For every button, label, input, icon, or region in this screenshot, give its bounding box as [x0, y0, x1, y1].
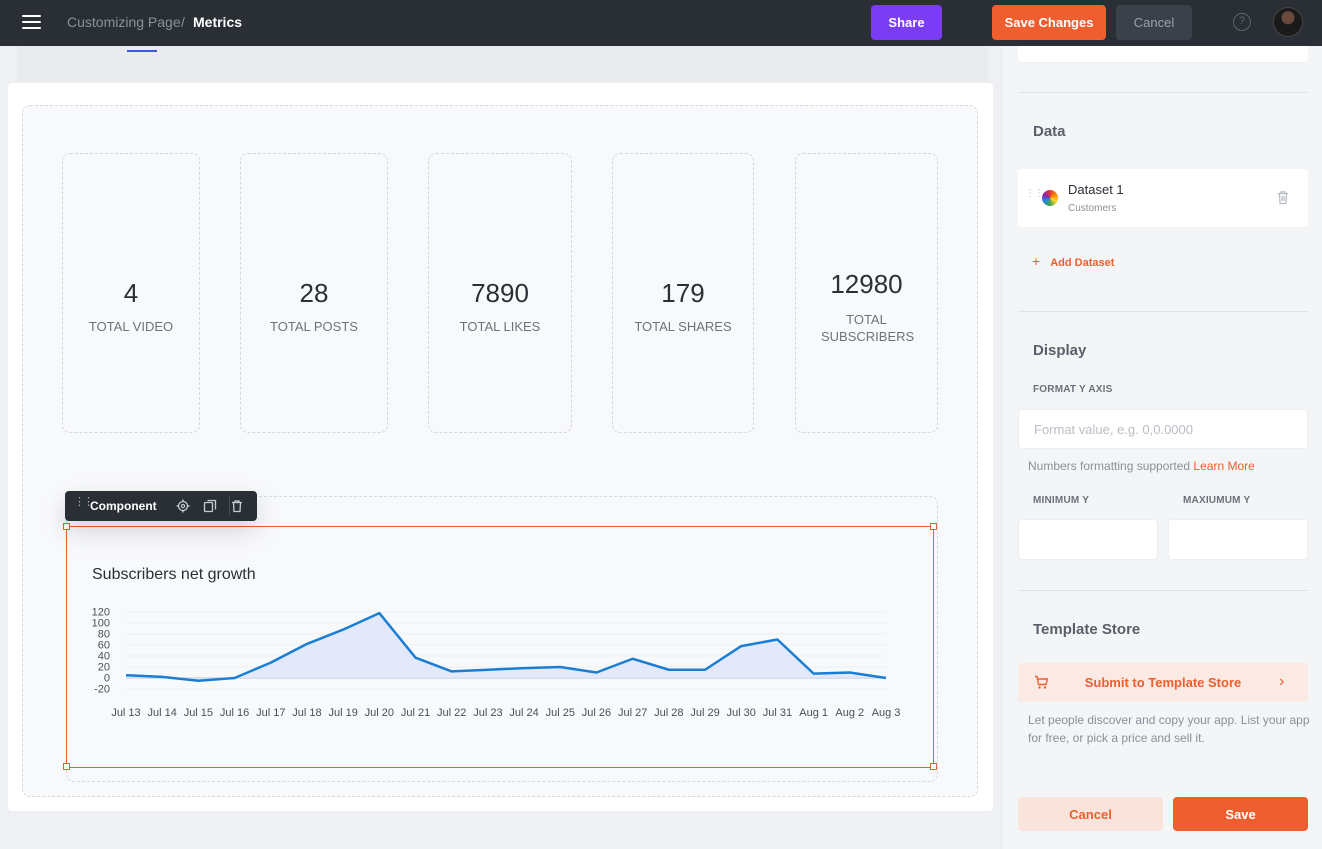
dataset-color-icon — [1042, 190, 1058, 206]
stat-label: TOTAL SHARES — [634, 319, 732, 334]
x-tick-label: Jul 31 — [763, 707, 792, 719]
cancel-button[interactable]: Cancel — [1116, 5, 1192, 40]
menu-icon[interactable] — [22, 15, 41, 30]
drag-handle-icon[interactable]: ⋮⋮ — [1025, 189, 1044, 199]
stat-value: 12980 — [830, 269, 903, 299]
stat-label: TOTAL SUBSCRIBERS — [821, 312, 915, 344]
minimum-y-input[interactable] — [1018, 519, 1158, 560]
stat-label: TOTAL LIKES — [459, 319, 541, 334]
stat-card-total-posts[interactable]: 28 TOTAL POSTS — [240, 153, 388, 433]
settings-icon[interactable] — [176, 499, 190, 513]
add-dataset-label: Add Dataset — [1050, 257, 1115, 269]
stat-label: TOTAL POSTS — [270, 319, 358, 334]
resize-handle-bottom-right[interactable] — [930, 763, 937, 770]
x-tick-label: Jul 20 — [365, 707, 394, 719]
active-tab-indicator — [127, 50, 157, 52]
data-section-title: Data — [1033, 123, 1066, 140]
stat-value: 4 — [123, 278, 139, 308]
stat-card-total-likes[interactable]: 7890 TOTAL LIKES — [428, 153, 572, 433]
previous-section-strip — [17, 46, 988, 82]
dataset-source: Customers — [1068, 203, 1117, 214]
divider — [1018, 590, 1308, 591]
x-tick-label: Jul 21 — [401, 707, 430, 719]
resize-handle-top-left[interactable] — [63, 523, 70, 530]
stat-value: 28 — [299, 278, 329, 308]
avatar[interactable] — [1273, 7, 1303, 37]
learn-more-link[interactable]: Learn More — [1193, 459, 1254, 473]
plus-icon: + — [1032, 253, 1041, 269]
stat-value: 7890 — [471, 278, 529, 308]
breadcrumb-separator: / — [181, 14, 185, 30]
minimum-y-label: MINIMUM Y — [1033, 495, 1090, 506]
x-tick-label: Jul 28 — [654, 707, 683, 719]
submit-template-label: Submit to Template Store — [1084, 675, 1242, 690]
x-tick-label: Jul 17 — [256, 707, 285, 719]
chart-title: Subscribers net growth — [92, 566, 256, 583]
template-store-title: Template Store — [1033, 621, 1141, 638]
x-tick-label: Jul 18 — [292, 707, 321, 719]
x-tick-label: Aug 3 — [872, 707, 901, 719]
component-title: Component — [90, 499, 157, 513]
template-store-description: Let people discover and copy your app. L… — [1028, 713, 1310, 745]
share-button[interactable]: Share — [871, 5, 942, 40]
x-tick-label: Jul 24 — [509, 707, 538, 719]
x-tick-label: Jul 26 — [582, 707, 611, 719]
breadcrumb-root[interactable]: Customizing Page — [67, 14, 181, 30]
maximum-y-label: MAXIUMUM Y — [1183, 495, 1251, 506]
dataset-name: Dataset 1 — [1068, 182, 1124, 197]
x-tick-label: Jul 19 — [328, 707, 357, 719]
divider — [1018, 311, 1308, 312]
stat-card-total-video[interactable]: 4 TOTAL VIDEO — [62, 153, 200, 433]
chevron-right-icon: › — [1279, 673, 1285, 690]
duplicate-icon[interactable] — [203, 499, 217, 513]
maximum-y-input[interactable] — [1168, 519, 1308, 560]
divider — [1018, 92, 1308, 93]
panel-top-field — [1018, 46, 1308, 63]
x-tick-label: Jul 30 — [727, 707, 756, 719]
trash-icon[interactable] — [230, 499, 244, 513]
panel-save-button[interactable]: Save — [1173, 797, 1308, 831]
add-dataset-button[interactable]: + Add Dataset — [1032, 253, 1114, 269]
format-hint-text: Numbers formatting supported — [1028, 459, 1191, 473]
trash-icon[interactable] — [1276, 190, 1290, 205]
breadcrumb-current: Metrics — [193, 14, 243, 30]
x-tick-label: Jul 14 — [148, 707, 177, 719]
top-bar: Customizing Page / Metrics Share Save Ch… — [0, 0, 1322, 46]
format-hint: Numbers formatting supported Learn More — [1028, 459, 1255, 473]
x-tick-label: Jul 25 — [546, 707, 575, 719]
y-tick-label: -20 — [94, 684, 110, 696]
x-tick-label: Aug 1 — [799, 707, 828, 719]
x-tick-label: Aug 2 — [835, 707, 864, 719]
stat-label: TOTAL VIDEO — [88, 319, 174, 334]
resize-handle-top-right[interactable] — [930, 523, 937, 530]
x-tick-label: Jul 16 — [220, 707, 249, 719]
component-toolbar: ⋮⋮ Component — [65, 491, 257, 521]
x-tick-label: Jul 13 — [111, 707, 140, 719]
save-changes-button[interactable]: Save Changes — [992, 5, 1106, 40]
resize-handle-bottom-left[interactable] — [63, 763, 70, 770]
stat-card-total-subscribers[interactable]: 12980 TOTAL SUBSCRIBERS — [795, 153, 938, 433]
stat-value: 179 — [661, 278, 705, 308]
dataset-item[interactable]: ⋮⋮ Dataset 1 Customers — [1018, 169, 1308, 227]
display-section-title: Display — [1033, 342, 1087, 359]
x-tick-label: Jul 23 — [473, 707, 502, 719]
x-tick-label: Jul 22 — [437, 707, 466, 719]
format-y-axis-label: FORMAT Y AXIS — [1033, 384, 1113, 395]
panel-cancel-button[interactable]: Cancel — [1018, 797, 1163, 831]
format-y-axis-input[interactable] — [1018, 409, 1308, 449]
x-tick-label: Jul 29 — [690, 707, 719, 719]
line-chart[interactable]: 120100806040200-20Jul 13 Jul 14 Jul 15 Jul … — [86, 600, 922, 730]
x-tick-label: Jul 15 — [184, 707, 213, 719]
submit-to-template-store-button[interactable]: Submit to Template Store › — [1018, 663, 1308, 702]
x-tick-label: Jul 27 — [618, 707, 647, 719]
help-icon[interactable]: ? — [1233, 13, 1251, 31]
stat-card-total-shares[interactable]: 179 TOTAL SHARES — [612, 153, 754, 433]
